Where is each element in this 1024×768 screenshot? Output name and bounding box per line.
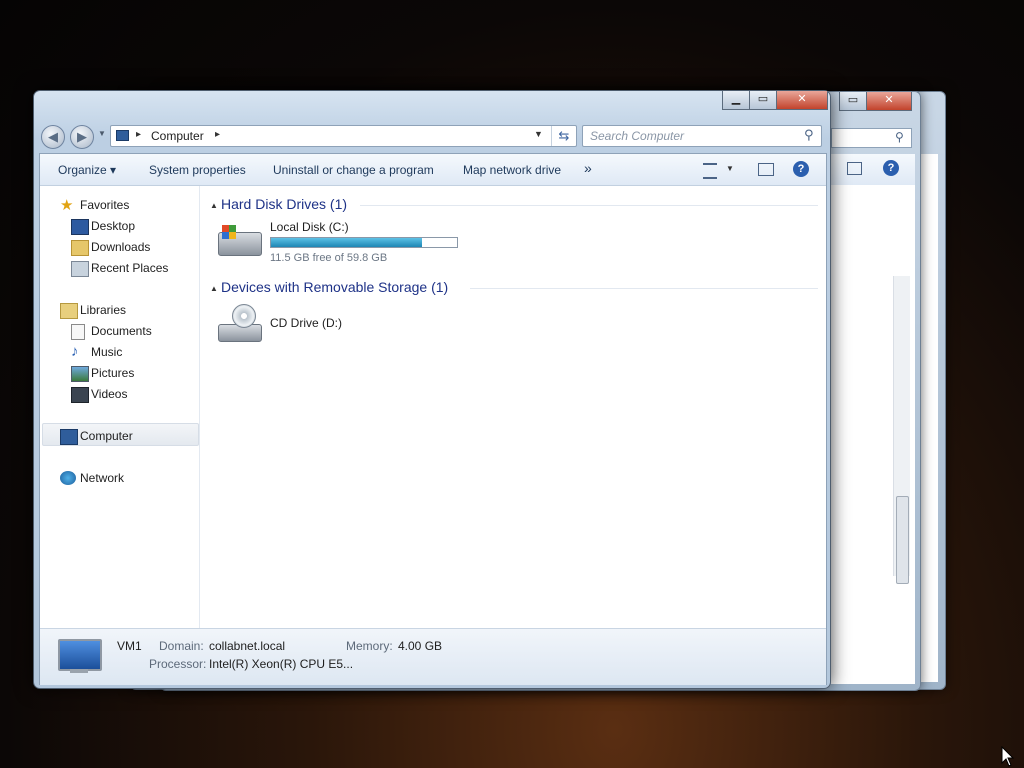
nav-computer-label: Computer [80,429,133,443]
libraries-icon [60,303,78,319]
computer-stand-icon [70,669,88,673]
background-scrollbar-thumb[interactable] [896,496,909,584]
nav-downloads-label: Downloads [91,240,151,254]
nav-libraries-label: Libraries [80,303,127,317]
nav-recent-places-label: Recent Places [91,261,169,275]
nav-desktop-label: Desktop [91,219,136,233]
nav-pictures-label: Pictures [91,366,135,380]
local-disk-item[interactable]: Local Disk (C:) 11.5 GB free of 59.8 GB [214,220,464,266]
back-button[interactable]: ◀ [41,125,65,149]
windows-logo-icon [222,225,236,239]
content-pane: ▲ Hard Disk Drives (1) Local Disk (C:) 1… [200,186,826,628]
background-help-icon[interactable]: ? [883,160,899,176]
system-properties-button[interactable]: System properties [149,163,246,177]
background-search-icon[interactable]: ⚲ [895,130,904,144]
documents-icon [71,324,85,340]
cd-drive-item[interactable]: CD Drive (D:) [214,302,414,348]
background-scrollbar[interactable] [893,276,910,584]
change-view-icon[interactable] [703,163,717,179]
local-disk-name: Local Disk (C:) [270,220,349,234]
nav-music-label: Music [91,345,123,359]
search-icon[interactable]: ⚲ [804,127,814,143]
removable-group-header[interactable]: Devices with Removable Storage (1) [221,279,448,295]
computer-name: VM1 [117,639,142,653]
mouse-cursor-icon [1001,746,1015,767]
background-close-button[interactable]: ✕ [866,92,912,111]
forward-button[interactable]: ▶ [70,125,94,149]
computer-icon [60,429,78,445]
close-button[interactable]: ✕ [776,91,828,110]
search-input[interactable]: Search Computer [590,129,684,143]
details-pane: VM1 Domain: collabnet.local Memory: 4.00… [40,628,826,685]
recent-places-icon [71,261,89,277]
navigation-pane: ★ Favorites Desktop Downloads Recent Pla… [40,186,200,628]
videos-icon [71,387,89,403]
local-disk-usage-fill [271,238,422,247]
background-maximize-button[interactable]: ▭ [839,92,867,111]
recent-pages-dropdown-icon[interactable]: ▼ [98,129,106,138]
desktop-icon [71,219,89,235]
refresh-icon[interactable]: ⇆ [551,126,576,146]
map-network-drive-button[interactable]: Map network drive [463,163,561,177]
cd-disc-icon [232,304,256,328]
explorer-window[interactable]: ▁ ▭ ✕ ◀ ▶ ▼ ▸ Computer ▸ ▼ ⇆ Search Comp… [33,90,831,689]
background-toolbar [831,154,915,185]
background-window-content: ⚲ ? [831,128,915,684]
memory-label: Memory: [346,639,393,653]
downloads-folder-icon [71,240,89,256]
memory-value: 4.00 GB [398,639,443,653]
cd-drive-name: CD Drive (D:) [270,316,342,330]
processor-label: Processor: [149,657,207,671]
view-dropdown-icon[interactable]: ▼ [726,164,734,173]
nav-videos-label: Videos [91,387,128,401]
pictures-icon [71,366,89,382]
computer-large-icon [58,639,102,671]
nav-documents-label: Documents [91,324,152,338]
nav-network-label: Network [80,471,125,485]
maximize-button[interactable]: ▭ [749,91,777,110]
organize-button[interactable]: Organize ▾ [58,163,116,177]
more-commands-button[interactable]: » [584,160,592,176]
background-preview-pane-icon[interactable] [847,162,862,175]
hdd-group-divider [360,205,818,206]
local-disk-drive-icon [218,225,262,256]
star-icon: ★ [60,197,74,214]
domain-value: collabnet.local [209,639,286,653]
removable-group-divider [470,288,818,289]
music-icon: ♪ [71,343,79,360]
network-icon [60,471,76,485]
collapse-hdd-group-icon[interactable]: ▲ [210,201,218,210]
local-disk-free-space: 11.5 GB free of 59.8 GB [270,252,388,264]
address-segment-computer[interactable]: Computer [151,129,204,143]
domain-label: Domain: [159,639,204,653]
address-separator-icon[interactable]: ▸ [136,129,141,140]
address-dropdown-icon[interactable]: ▼ [534,129,543,139]
command-bar: Organize ▾ System properties Uninstall o… [40,154,826,186]
local-disk-usage-bar [270,237,458,248]
help-icon[interactable]: ? [793,161,809,177]
uninstall-program-button[interactable]: Uninstall or change a program [273,163,434,177]
processor-value: Intel(R) Xeon(R) CPU E5... [209,657,354,671]
search-field[interactable]: Search Computer ⚲ [582,125,822,147]
nav-favorites-label: Favorites [80,198,130,212]
minimize-button[interactable]: ▁ [722,91,750,110]
address-bar[interactable]: ▸ Computer ▸ ▼ ⇆ [110,125,577,147]
computer-small-icon [116,130,129,141]
address-separator-icon-2[interactable]: ▸ [215,129,220,140]
explorer-body: Organize ▾ System properties Uninstall o… [39,153,827,685]
hdd-group-header[interactable]: Hard Disk Drives (1) [221,196,347,212]
preview-pane-icon[interactable] [758,163,774,176]
collapse-removable-group-icon[interactable]: ▲ [210,284,218,293]
